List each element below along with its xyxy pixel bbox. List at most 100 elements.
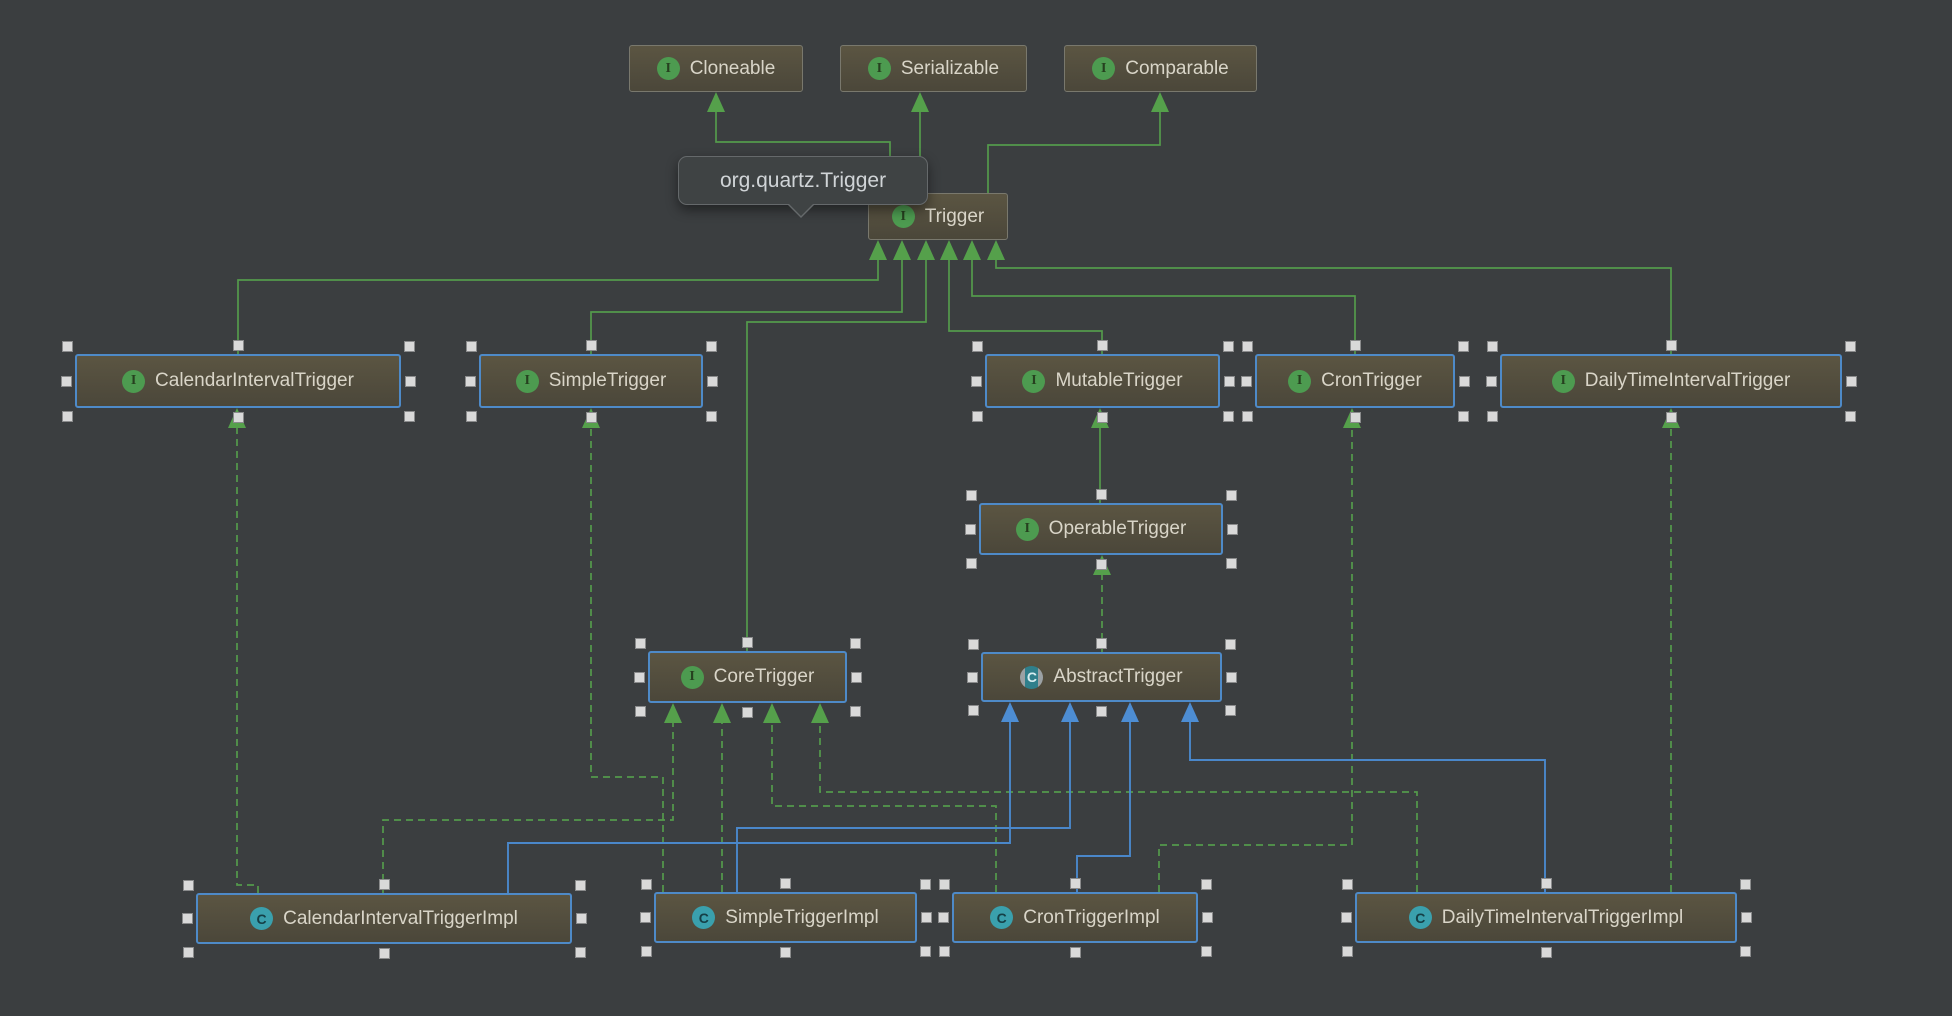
- node-daily-time-interval-trigger-impl[interactable]: C DailyTimeIntervalTriggerImpl: [1355, 892, 1737, 943]
- selection-handle[interactable]: [706, 375, 718, 387]
- selection-handle[interactable]: [1844, 340, 1856, 352]
- selection-handle[interactable]: [1097, 339, 1108, 351]
- selection-handle[interactable]: [849, 637, 861, 649]
- selection-handle[interactable]: [1341, 945, 1353, 957]
- selection-handle[interactable]: [465, 410, 477, 422]
- selection-handle[interactable]: [403, 340, 415, 352]
- selection-handle[interactable]: [378, 947, 390, 959]
- selection-handle[interactable]: [1349, 339, 1361, 351]
- node-abstract-trigger[interactable]: C AbstractTrigger: [981, 652, 1222, 702]
- selection-handle[interactable]: [633, 671, 645, 683]
- selection-handle[interactable]: [971, 410, 983, 422]
- selection-handle[interactable]: [640, 878, 652, 890]
- selection-handle[interactable]: [1225, 557, 1237, 569]
- selection-handle[interactable]: [1225, 489, 1237, 501]
- node-core-trigger[interactable]: I CoreTrigger: [648, 651, 847, 703]
- selection-handle[interactable]: [61, 340, 73, 352]
- selection-handle[interactable]: [1201, 912, 1213, 923]
- node-daily-time-interval-trigger[interactable]: I DailyTimeIntervalTrigger: [1500, 354, 1842, 408]
- selection-handle[interactable]: [232, 411, 244, 423]
- selection-handle[interactable]: [919, 945, 931, 957]
- selection-handle[interactable]: [780, 877, 791, 889]
- selection-handle[interactable]: [1097, 411, 1108, 423]
- selection-handle[interactable]: [967, 638, 979, 650]
- selection-handle[interactable]: [1485, 375, 1497, 387]
- selection-handle[interactable]: [742, 706, 753, 718]
- selection-handle[interactable]: [1739, 878, 1751, 890]
- selection-handle[interactable]: [938, 878, 950, 890]
- selection-handle[interactable]: [965, 489, 977, 501]
- selection-handle[interactable]: [404, 375, 416, 387]
- selection-handle[interactable]: [937, 912, 949, 923]
- node-cron-trigger-impl[interactable]: C CronTriggerImpl: [952, 892, 1198, 943]
- selection-handle[interactable]: [575, 913, 587, 924]
- selection-handle[interactable]: [780, 946, 791, 958]
- selection-handle[interactable]: [971, 340, 983, 352]
- selection-handle[interactable]: [1739, 945, 1751, 957]
- selection-handle[interactable]: [1457, 410, 1469, 422]
- selection-handle[interactable]: [465, 340, 477, 352]
- selection-handle[interactable]: [403, 410, 415, 422]
- selection-handle[interactable]: [574, 946, 586, 958]
- selection-handle[interactable]: [1095, 558, 1107, 570]
- selection-handle[interactable]: [1096, 637, 1107, 649]
- selection-handle[interactable]: [967, 704, 979, 716]
- selection-handle[interactable]: [938, 945, 950, 957]
- selection-handle[interactable]: [574, 879, 586, 891]
- selection-handle[interactable]: [1665, 339, 1677, 351]
- selection-handle[interactable]: [1225, 671, 1237, 683]
- selection-handle[interactable]: [1845, 375, 1857, 387]
- diagram-canvas[interactable]: org.quartz.Trigger I Cloneable I Serializab…: [0, 0, 1952, 1016]
- selection-handle[interactable]: [966, 671, 978, 683]
- selection-handle[interactable]: [634, 637, 646, 649]
- selection-handle[interactable]: [964, 523, 976, 535]
- selection-handle[interactable]: [1240, 375, 1252, 387]
- node-calendar-interval-trigger-impl[interactable]: C CalendarIntervalTriggerImpl: [196, 893, 572, 944]
- node-simple-trigger[interactable]: I SimpleTrigger: [479, 354, 703, 408]
- selection-handle[interactable]: [849, 705, 861, 717]
- selection-handle[interactable]: [1740, 912, 1752, 923]
- selection-handle[interactable]: [1223, 375, 1235, 387]
- selection-handle[interactable]: [181, 913, 193, 924]
- selection-handle[interactable]: [232, 339, 244, 351]
- node-operable-trigger[interactable]: I OperableTrigger: [979, 503, 1223, 555]
- selection-handle[interactable]: [60, 375, 72, 387]
- selection-handle[interactable]: [639, 912, 651, 923]
- selection-handle[interactable]: [1095, 488, 1107, 500]
- selection-handle[interactable]: [182, 946, 194, 958]
- selection-handle[interactable]: [1486, 340, 1498, 352]
- selection-handle[interactable]: [705, 410, 717, 422]
- selection-handle[interactable]: [1200, 878, 1212, 890]
- node-cloneable[interactable]: I Cloneable: [629, 45, 803, 92]
- selection-handle[interactable]: [1458, 375, 1470, 387]
- selection-handle[interactable]: [378, 878, 390, 890]
- selection-handle[interactable]: [1224, 638, 1236, 650]
- selection-handle[interactable]: [634, 705, 646, 717]
- selection-handle[interactable]: [1226, 523, 1238, 535]
- selection-handle[interactable]: [1224, 704, 1236, 716]
- selection-handle[interactable]: [1222, 410, 1234, 422]
- selection-handle[interactable]: [1069, 946, 1081, 958]
- selection-handle[interactable]: [61, 410, 73, 422]
- selection-handle[interactable]: [640, 945, 652, 957]
- selection-handle[interactable]: [1341, 878, 1353, 890]
- selection-handle[interactable]: [1457, 340, 1469, 352]
- selection-handle[interactable]: [742, 636, 753, 648]
- selection-handle[interactable]: [1200, 945, 1212, 957]
- selection-handle[interactable]: [585, 339, 597, 351]
- node-mutable-trigger[interactable]: I MutableTrigger: [985, 354, 1220, 408]
- selection-handle[interactable]: [1540, 946, 1552, 958]
- node-simple-trigger-impl[interactable]: C SimpleTriggerImpl: [654, 892, 917, 943]
- node-cron-trigger[interactable]: I CronTrigger: [1255, 354, 1455, 408]
- selection-handle[interactable]: [1096, 705, 1107, 717]
- selection-handle[interactable]: [1486, 410, 1498, 422]
- selection-handle[interactable]: [1222, 340, 1234, 352]
- selection-handle[interactable]: [585, 411, 597, 423]
- selection-handle[interactable]: [850, 671, 862, 683]
- selection-handle[interactable]: [1069, 877, 1081, 889]
- selection-handle[interactable]: [182, 879, 194, 891]
- selection-handle[interactable]: [1844, 410, 1856, 422]
- selection-handle[interactable]: [1340, 912, 1352, 923]
- selection-handle[interactable]: [1349, 411, 1361, 423]
- selection-handle[interactable]: [965, 557, 977, 569]
